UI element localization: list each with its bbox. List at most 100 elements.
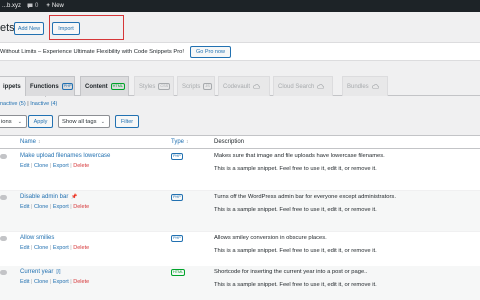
- table-row: Make upload filenames lowercase Edit | C…: [0, 150, 480, 191]
- delete-link[interactable]: Delete: [73, 204, 89, 210]
- separator: |: [49, 245, 52, 251]
- tab-codevault[interactable]: Codevault: [218, 76, 270, 96]
- delete-link[interactable]: Delete: [73, 279, 89, 285]
- tab-content[interactable]: Content HTML: [80, 76, 129, 96]
- tab-label: Scripts: [182, 83, 201, 90]
- description-note: This is a sample snippet. Feel free to u…: [214, 166, 377, 172]
- view-inactive[interactable]: Inactive (4): [30, 101, 57, 107]
- tags-value: Show all tags: [62, 118, 97, 125]
- snippet-name-link[interactable]: Current year [/]: [20, 269, 61, 275]
- row-actions: Edit | Clone | Export | Delete: [20, 245, 89, 251]
- plus-icon[interactable]: +: [46, 3, 50, 9]
- row-actions: Edit | Clone | Export | Delete: [20, 163, 89, 169]
- description-text: Allows smiley conversion in obscure plac…: [214, 235, 327, 241]
- tab-scripts[interactable]: Scripts JS: [177, 76, 215, 96]
- css-badge: CSS: [158, 83, 171, 90]
- snippet-type-tabs: ippets Functions PHP Content HTML Styles…: [0, 76, 480, 97]
- separator: |: [70, 163, 72, 169]
- description-text: Shortcode for inserting the current year…: [214, 269, 368, 275]
- chevron-down-icon: ⌄: [100, 119, 105, 125]
- description-text: Turns off the WordPress admin bar for ev…: [214, 194, 396, 200]
- edit-link[interactable]: Edit: [20, 279, 29, 285]
- column-type-label: Type: [171, 139, 185, 145]
- type-badge: PHP: [171, 153, 183, 160]
- tab-label: Codevault: [223, 83, 251, 90]
- snippet-name-link[interactable]: Allow smilies: [20, 235, 54, 241]
- type-badge: PHP: [171, 235, 183, 242]
- type-badge: HTML: [171, 269, 186, 276]
- promo-text: Without Limits – Experience Ultimate Fle…: [0, 48, 184, 55]
- delete-link[interactable]: Delete: [73, 245, 89, 251]
- type-badge: PHP: [171, 194, 183, 201]
- filter-button[interactable]: Filter: [115, 115, 139, 128]
- export-link[interactable]: Export: [53, 163, 69, 169]
- tab-label: Styles: [139, 83, 156, 90]
- separator: |: [70, 204, 72, 210]
- view-active[interactable]: nactive (5): [0, 101, 26, 107]
- edit-link[interactable]: Edit: [20, 163, 29, 169]
- table-header: Name ↕ Type ↕ Description: [0, 136, 480, 149]
- export-link[interactable]: Export: [53, 279, 69, 285]
- sort-icon: ↕: [38, 139, 41, 145]
- tab-cloud-search[interactable]: Cloud Search: [273, 76, 333, 96]
- separator: |: [49, 204, 52, 210]
- tags-select[interactable]: Show all tags ⌄: [58, 115, 110, 128]
- new-content-link[interactable]: New: [52, 3, 64, 9]
- pin-icon: 📌: [71, 194, 78, 200]
- export-link[interactable]: Export: [53, 245, 69, 251]
- comment-icon[interactable]: [27, 3, 33, 9]
- export-link[interactable]: Export: [53, 204, 69, 210]
- column-name-label: Name: [20, 139, 37, 145]
- description-text: Makes sure that image and file uploads h…: [214, 153, 385, 159]
- row-actions: Edit | Clone | Export | Delete: [20, 204, 89, 210]
- site-name-link[interactable]: ...b.xyz: [2, 3, 21, 9]
- activation-toggle[interactable]: [0, 154, 7, 159]
- tab-label: Content: [85, 83, 108, 90]
- table-row: Current year [/] Edit | Clone | Export | …: [0, 266, 480, 300]
- separator: |: [31, 245, 33, 251]
- status-views: nactive (5) | Inactive (4): [0, 101, 57, 107]
- clone-link[interactable]: Clone: [34, 204, 48, 210]
- go-pro-button[interactable]: Go Pro now: [189, 45, 232, 58]
- separator: |: [70, 245, 72, 251]
- separator: |: [49, 279, 52, 285]
- snippet-name-link[interactable]: Make upload filenames lowercase: [20, 153, 110, 159]
- edit-link[interactable]: Edit: [20, 204, 29, 210]
- tab-functions[interactable]: Functions PHP: [25, 76, 75, 96]
- clone-link[interactable]: Clone: [34, 279, 48, 285]
- activation-toggle[interactable]: [0, 195, 7, 200]
- column-type[interactable]: Type ↕: [171, 139, 189, 145]
- tab-label: Bundles: [347, 83, 369, 90]
- separator: |: [31, 204, 33, 210]
- cloud-icon: [317, 84, 325, 89]
- snippet-name-link[interactable]: Disable admin bar 📌: [20, 194, 78, 200]
- highlight-box: [49, 15, 124, 40]
- column-name[interactable]: Name ↕: [20, 139, 41, 145]
- bulk-actions-select[interactable]: ions ⌄: [0, 115, 27, 128]
- activation-toggle[interactable]: [0, 236, 7, 241]
- clone-link[interactable]: Clone: [34, 163, 48, 169]
- delete-link[interactable]: Delete: [73, 163, 89, 169]
- table-row: Disable admin bar 📌 Edit | Clone | Export…: [0, 191, 480, 232]
- activation-toggle[interactable]: [0, 270, 7, 275]
- tab-label: Cloud Search: [278, 83, 315, 90]
- cloud-icon: [253, 84, 261, 89]
- comments-count[interactable]: 0: [35, 3, 38, 9]
- clone-link[interactable]: Clone: [34, 245, 48, 251]
- description-note: This is a sample snippet. Feel free to u…: [214, 207, 377, 213]
- php-badge: PHP: [61, 83, 74, 90]
- separator: |: [31, 279, 33, 285]
- cloud-icon: [371, 84, 379, 89]
- separator: |: [31, 163, 33, 169]
- tab-label: ippets: [3, 84, 21, 90]
- chevron-down-icon: ⌄: [17, 119, 22, 125]
- apply-button[interactable]: Apply: [28, 115, 53, 128]
- tab-bundles[interactable]: Bundles: [342, 76, 388, 96]
- html-badge: HTML: [110, 83, 126, 90]
- edit-link[interactable]: Edit: [20, 245, 29, 251]
- tab-styles[interactable]: Styles CSS: [134, 76, 174, 96]
- snippet-name-label: Current year: [20, 269, 54, 275]
- page-title: ets: [0, 22, 15, 34]
- sort-icon: ↕: [186, 139, 189, 145]
- add-new-button[interactable]: Add New: [14, 22, 44, 35]
